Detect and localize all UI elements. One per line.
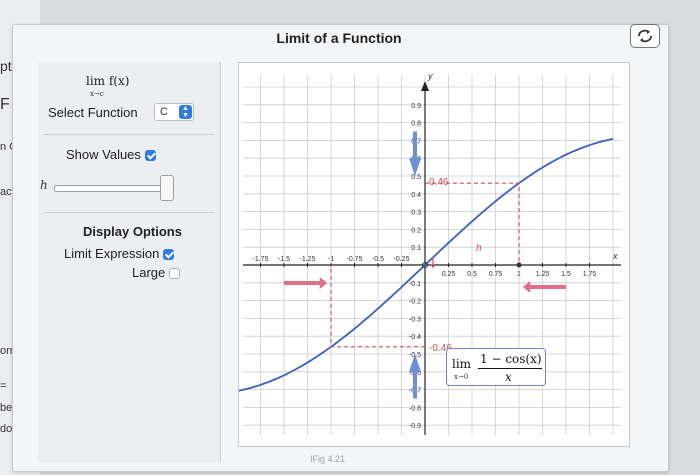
x-tick-label: 1.75: [583, 271, 597, 278]
large-row: Large: [132, 265, 180, 280]
y-tick-label: -0.4: [409, 334, 421, 341]
expression-numerator: 1 − cos(x): [480, 352, 542, 366]
h-point: [516, 262, 522, 268]
x-tick-label: 1.5: [561, 271, 571, 278]
x-tick-label: -1.25: [300, 256, 316, 263]
x-tick-label: -1: [328, 256, 334, 263]
limit-subscript: x→c: [90, 90, 104, 98]
limit-caption: lim f(x): [86, 74, 130, 88]
y-tick-label: 0.3: [411, 210, 421, 217]
x-tick-label: -1.5: [278, 256, 290, 263]
large-checkbox[interactable]: [168, 268, 180, 280]
y-tick-label: 0.8: [411, 121, 421, 128]
page-title: Limit of a Function: [276, 30, 402, 46]
x-tick-label: 1: [517, 271, 521, 278]
h-slider-thumb[interactable]: [160, 175, 174, 201]
x-tick-label: -1.75: [253, 256, 269, 263]
y-tick-label: 0.4: [411, 192, 421, 199]
divider: [44, 134, 214, 135]
x-tick-label: -0.75: [347, 256, 363, 263]
limit-chart: y x -1.75 -1.5 -1.25 -1 -0.75 -0.5 -0.25 0.25 0.5 0…: [236, 71, 621, 435]
y-tick-label: -0.8: [409, 405, 421, 412]
divider: [44, 212, 214, 213]
large-label: Large: [132, 265, 166, 280]
select-function-label: Select Function: [48, 105, 138, 120]
expression-denominator: x: [505, 370, 512, 384]
h-slider-track[interactable]: [54, 185, 164, 192]
expression-lim: lim: [452, 357, 472, 371]
controls-panel: lim f(x) x→c Select Function C ▲ ▼ Show V…: [38, 62, 221, 462]
x-tick-label: 0.75: [489, 271, 503, 278]
page-fragment: F: [0, 96, 10, 113]
select-arrows-icon: ▲ ▼: [179, 105, 192, 119]
limit-expression-row: Limit Expression: [64, 246, 174, 261]
y-tick-label: -0.3: [409, 316, 421, 323]
page-fragment: =: [0, 380, 7, 392]
arrow-right-icon: [284, 277, 328, 289]
fraction-bar: [478, 368, 542, 369]
page-fragment: pt: [0, 58, 12, 74]
limit-expression-checkbox[interactable]: [163, 249, 174, 261]
display-options-title: Display Options: [83, 224, 182, 239]
y-axis-label: y: [427, 71, 433, 81]
x-tick-label: -0.25: [394, 256, 410, 263]
y-axis-arrow: [421, 81, 429, 91]
show-values-label: Show Values: [66, 147, 141, 162]
refresh-button[interactable]: [630, 24, 660, 48]
show-values-row: Show Values: [66, 147, 156, 162]
x-axis-label: x: [612, 251, 618, 261]
show-values-checkbox[interactable]: [144, 150, 156, 162]
refresh-icon: [638, 29, 652, 43]
x-tick-label: 0.5: [467, 271, 477, 278]
x-tick-label: 1.25: [536, 271, 550, 278]
y-tick-label: 0.9: [411, 103, 421, 110]
x-tick-label: 0.25: [442, 271, 456, 278]
limit-expression-label: Limit Expression: [64, 246, 160, 261]
h-slider-label: h: [40, 178, 48, 192]
y-tick-label: 0.1: [411, 245, 421, 252]
function-select-value: C: [160, 106, 168, 118]
h-marker-label: h: [476, 243, 482, 254]
limit-expression-box: lim x→0 1 − cos(x) x: [446, 348, 546, 386]
y-tick-label: 0.2: [411, 227, 421, 234]
value-label: 0.46: [429, 177, 449, 188]
function-select[interactable]: C ▲ ▼: [154, 103, 194, 121]
y-tick-label: -0.9: [409, 423, 421, 430]
y-tick-label: -0.2: [409, 299, 421, 306]
y-tick-label: 0.5: [411, 174, 421, 181]
expression-subscript: x→0: [454, 373, 469, 381]
graph-area[interactable]: y x -1.75 -1.5 -1.25 -1 -0.75 -0.5 -0.25 0.25 0.5 0…: [236, 62, 630, 447]
x-tick-label: -0.5: [372, 256, 384, 263]
figure-label: IFig 4.21: [310, 454, 346, 464]
y-tick-label: -0.1: [409, 281, 421, 288]
